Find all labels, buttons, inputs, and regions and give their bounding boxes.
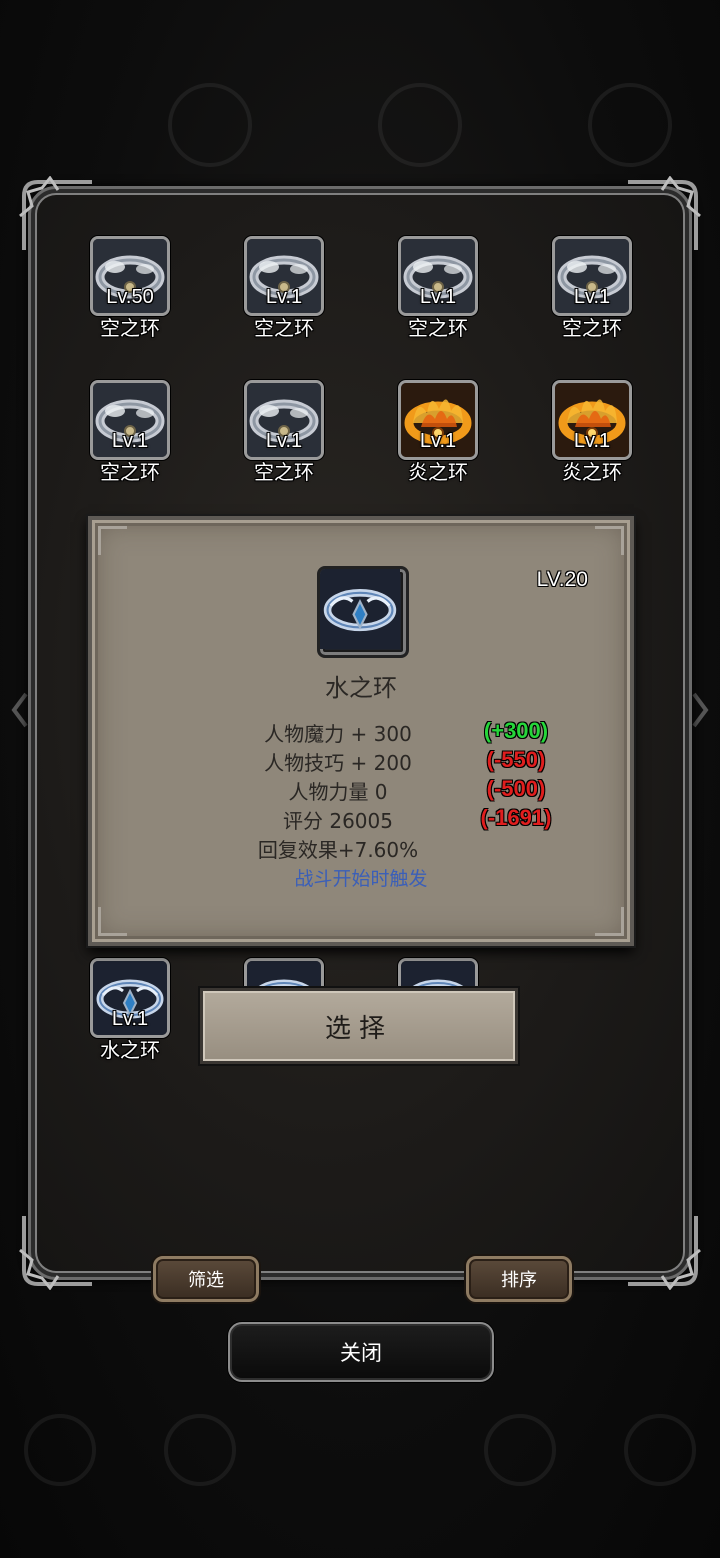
item-level: Lv.1 xyxy=(265,430,303,452)
item-slot[interactable]: Lv.1 炎之环 xyxy=(522,380,662,492)
panel-corner-ornament xyxy=(19,1216,92,1290)
stat-row: 人物力量 0 (-500) xyxy=(92,776,630,805)
item-slot[interactable]: Lv.50 空之环 xyxy=(60,236,200,348)
stat-row: 评分 26005 (-1691) xyxy=(92,805,630,834)
item-name: 空之环 xyxy=(100,316,160,340)
close-button[interactable]: 关闭 xyxy=(228,1322,494,1382)
item-level: Lv.50 xyxy=(106,286,154,308)
item-name: 空之环 xyxy=(254,316,314,340)
item-name: 空之环 xyxy=(100,460,160,484)
stat-label: 回复效果+7.60% xyxy=(257,838,419,862)
item-level: Lv.1 xyxy=(111,1008,149,1030)
stat-diff: (-1691) xyxy=(480,805,552,830)
popup-corner-ornament xyxy=(98,526,127,555)
stat-label: 人物技巧 + 200 xyxy=(264,751,412,775)
item-slot[interactable]: Lv.1 空之环 xyxy=(214,380,354,492)
prev-arrow-icon[interactable] xyxy=(10,690,30,730)
item-slot[interactable]: Lv.1 空之环 xyxy=(368,236,508,348)
filter-button[interactable]: 筛选 xyxy=(153,1256,259,1302)
item-level: Lv.1 xyxy=(419,286,457,308)
trigger-condition: 战斗开始时触发 xyxy=(294,868,428,890)
popup-corner-ornament xyxy=(595,526,624,555)
next-arrow-icon[interactable] xyxy=(690,690,710,730)
stat-label: 评分 26005 xyxy=(283,809,393,833)
item-slot[interactable]: Lv.1 空之环 xyxy=(214,236,354,348)
item-name: 炎之环 xyxy=(562,460,622,484)
item-level: Lv.1 xyxy=(573,286,611,308)
item-level: Lv.1 xyxy=(265,286,303,308)
detail-level: LV.20 xyxy=(536,568,588,591)
panel-corner-ornament xyxy=(628,1216,701,1290)
item-name: 空之环 xyxy=(254,460,314,484)
stat-diff: (-500) xyxy=(486,776,546,801)
item-name: 水之环 xyxy=(100,1038,160,1062)
item-level: Lv.1 xyxy=(111,430,149,452)
popup-corner-ornament xyxy=(98,907,127,936)
item-slot[interactable]: Lv.1 空之环 xyxy=(60,380,200,492)
stat-row: 回复效果+7.60% xyxy=(92,834,630,863)
stat-label: 人物魔力 + 300 xyxy=(264,722,412,746)
item-name: 炎之环 xyxy=(408,460,468,484)
select-button[interactable]: 选择 xyxy=(200,988,518,1064)
item-slot[interactable]: Lv.1 炎之环 xyxy=(368,380,508,492)
stat-label: 人物力量 0 xyxy=(288,780,388,804)
item-detail-popup: LV.20 水之环 人物魔力 + 300 (+300) 人物技巧 + 200 (… xyxy=(88,516,634,946)
item-slot[interactable]: Lv.1 空之环 xyxy=(522,236,662,348)
stat-diff: (-550) xyxy=(486,747,546,772)
water-ring-icon xyxy=(317,566,409,658)
detail-item-name: 水之环 xyxy=(325,674,397,702)
item-level: Lv.1 xyxy=(419,430,457,452)
stat-row: 人物技巧 + 200 (-550) xyxy=(92,747,630,776)
item-name: 空之环 xyxy=(408,316,468,340)
item-slot[interactable]: Lv.1 水之环 xyxy=(60,958,200,1070)
popup-corner-ornament xyxy=(595,907,624,936)
sort-button[interactable]: 排序 xyxy=(466,1256,572,1302)
stat-row: 人物魔力 + 300 (+300) xyxy=(92,718,630,747)
stat-diff: (+300) xyxy=(483,718,549,743)
item-name: 空之环 xyxy=(562,316,622,340)
item-level: Lv.1 xyxy=(573,430,611,452)
